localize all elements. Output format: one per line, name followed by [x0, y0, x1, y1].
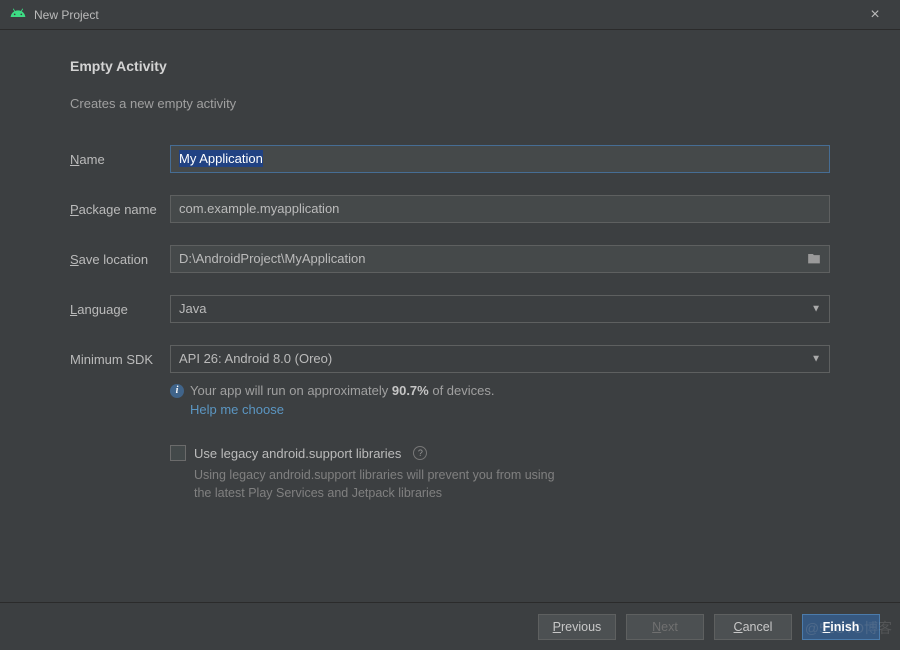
- sdk-info-block: i Your app will run on approximately 90.…: [170, 383, 830, 502]
- close-icon[interactable]: ×: [860, 0, 890, 30]
- content-area: Empty Activity Creates a new empty activ…: [0, 30, 900, 502]
- next-button: Next: [626, 614, 704, 640]
- window-title: New Project: [34, 8, 99, 22]
- help-icon[interactable]: ?: [413, 446, 427, 460]
- legacy-checkbox[interactable]: [170, 445, 186, 461]
- device-coverage-info: i Your app will run on approximately 90.…: [170, 383, 830, 398]
- row-minsdk: Minimum SDK API 26: Android 8.0 (Oreo) ▼: [70, 345, 830, 373]
- legacy-description: Using legacy android.support libraries w…: [194, 467, 830, 502]
- chevron-down-icon: ▼: [811, 304, 821, 315]
- page-heading: Empty Activity: [70, 58, 830, 74]
- previous-button[interactable]: Previous: [538, 614, 616, 640]
- minsdk-select[interactable]: API 26: Android 8.0 (Oreo) ▼: [170, 345, 830, 373]
- label-package: Package name: [70, 202, 170, 217]
- label-minsdk: Minimum SDK: [70, 352, 170, 367]
- row-package: Package name com.example.myapplication: [70, 195, 830, 223]
- cancel-button[interactable]: Cancel: [714, 614, 792, 640]
- finish-button[interactable]: Finish: [802, 614, 880, 640]
- chevron-down-icon: ▼: [811, 354, 821, 365]
- help-me-choose-link[interactable]: Help me choose: [190, 402, 284, 417]
- name-input[interactable]: My Application: [170, 145, 830, 173]
- legacy-checkbox-label: Use legacy android.support libraries: [194, 446, 401, 461]
- label-save-location: Save location: [70, 252, 170, 267]
- save-location-input[interactable]: D:\AndroidProject\MyApplication: [170, 245, 830, 273]
- language-select[interactable]: Java ▼: [170, 295, 830, 323]
- legacy-checkbox-row: Use legacy android.support libraries ?: [170, 445, 830, 461]
- footer: Previous Next Cancel Finish: [0, 602, 900, 650]
- row-save-location: Save location D:\AndroidProject\MyApplic…: [70, 245, 830, 273]
- page-subheading: Creates a new empty activity: [70, 96, 830, 111]
- row-name: Name My Application: [70, 145, 830, 173]
- titlebar: New Project ×: [0, 0, 900, 30]
- folder-icon[interactable]: [807, 252, 821, 267]
- package-input[interactable]: com.example.myapplication: [170, 195, 830, 223]
- android-icon: [10, 5, 26, 24]
- row-language: Language Java ▼: [70, 295, 830, 323]
- label-language: Language: [70, 302, 170, 317]
- info-icon: i: [170, 384, 184, 398]
- label-name: Name: [70, 152, 170, 167]
